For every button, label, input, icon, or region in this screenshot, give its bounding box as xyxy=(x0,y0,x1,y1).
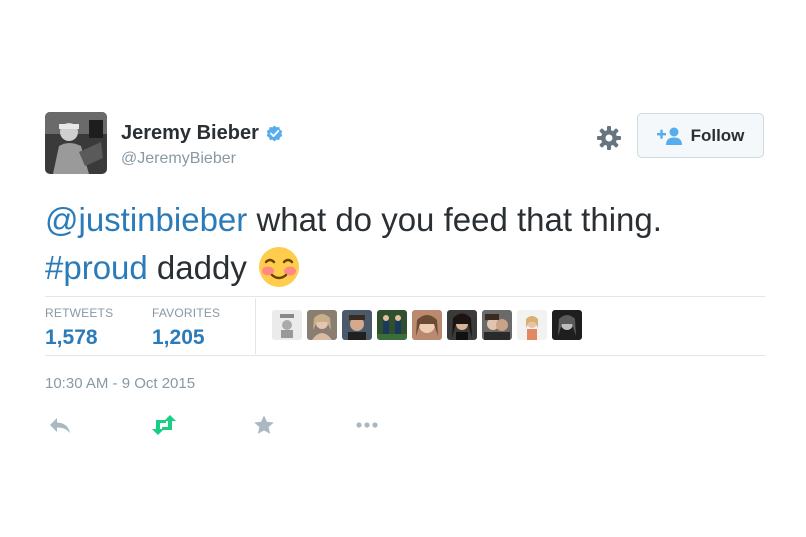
avatar[interactable] xyxy=(45,112,107,174)
retweets-count: 1,578 xyxy=(45,326,98,349)
favorite-icon[interactable] xyxy=(252,414,276,436)
follow-button[interactable]: Follow xyxy=(637,113,764,158)
favoriter-avatar[interactable] xyxy=(377,310,407,340)
user-handle[interactable]: @JeremyBieber xyxy=(121,150,236,168)
tweet-text-part: what do you feed that thing. xyxy=(247,201,662,238)
verified-badge-icon xyxy=(266,125,283,142)
add-user-icon xyxy=(656,127,682,145)
retweets-stat[interactable]: RETWEETS 1,578 xyxy=(45,306,113,350)
favoriter-avatar[interactable] xyxy=(482,310,512,340)
favoriters-list xyxy=(272,310,582,340)
retweets-label: RETWEETS xyxy=(45,306,114,320)
favorites-stat[interactable]: FAVORITES 1,205 xyxy=(152,306,220,350)
reply-icon[interactable] xyxy=(48,414,72,436)
gear-icon[interactable] xyxy=(596,125,622,151)
tweet-text: @justinbieber what do you feed that thin… xyxy=(45,196,765,292)
favoriter-avatar[interactable] xyxy=(517,310,547,340)
display-name[interactable]: Jeremy Bieber xyxy=(121,122,259,145)
more-icon[interactable] xyxy=(355,414,379,436)
favoriter-avatar[interactable] xyxy=(447,310,477,340)
mention-link[interactable]: @justinbieber xyxy=(45,201,247,238)
divider xyxy=(45,355,765,356)
blush-emoji-icon xyxy=(258,247,299,287)
tweet-text-part: daddy xyxy=(147,249,247,286)
favoriter-avatar[interactable] xyxy=(342,310,372,340)
favorites-count: 1,205 xyxy=(152,326,205,349)
favoriter-avatar[interactable] xyxy=(272,310,302,340)
follow-label: Follow xyxy=(690,125,745,145)
tweet-card: Jeremy Bieber @JeremyBieber Follow @just… xyxy=(0,0,806,537)
favoriter-avatar[interactable] xyxy=(552,310,582,340)
favorites-label: FAVORITES xyxy=(152,306,221,320)
stats-separator xyxy=(255,298,256,354)
retweet-icon[interactable] xyxy=(150,414,178,436)
divider xyxy=(45,296,765,297)
favoriter-avatar[interactable] xyxy=(307,310,337,340)
tweet-timestamp[interactable]: 10:30 AM - 9 Oct 2015 xyxy=(45,375,195,392)
hashtag-link[interactable]: #proud xyxy=(45,249,148,286)
favoriter-avatar[interactable] xyxy=(412,310,442,340)
